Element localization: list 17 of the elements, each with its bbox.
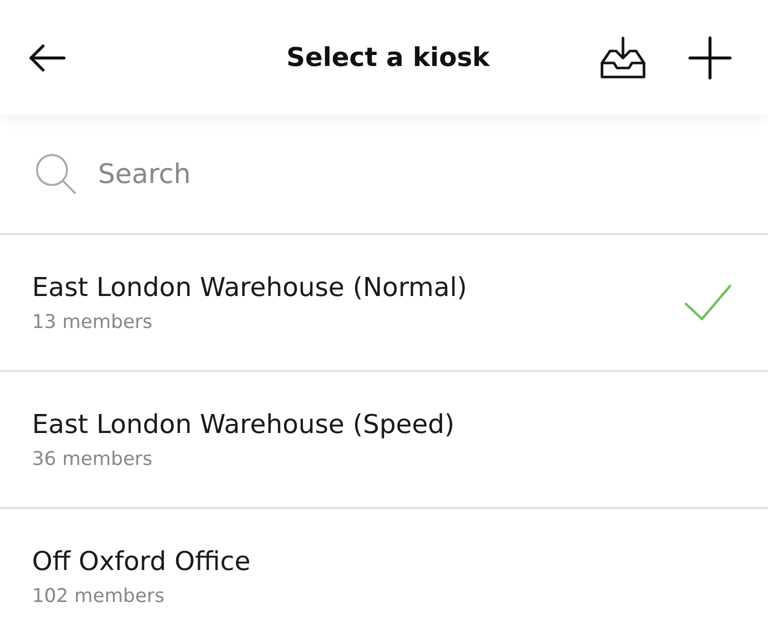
kiosk-name: East London Warehouse (Speed)	[32, 410, 454, 440]
member-count: 102 members	[32, 584, 166, 606]
kiosk-list-item[interactable]: East London Warehouse (Speed) 36 members	[0, 372, 768, 509]
kiosk-list-item[interactable]: Off Oxford Office 102 members	[0, 509, 768, 640]
kiosk-name: Off Oxford Office	[32, 546, 250, 576]
member-count: 13 members	[32, 310, 154, 332]
search-icon	[34, 152, 78, 196]
page-title: Select a kiosk	[286, 42, 490, 72]
kiosk-name: East London Warehouse (Normal)	[32, 272, 468, 302]
inbox-download-icon	[600, 34, 646, 80]
kiosk-list-item[interactable]: East London Warehouse (Normal) 13 members	[0, 235, 768, 372]
member-count: 36 members	[32, 448, 154, 470]
back-button[interactable]	[28, 42, 66, 72]
import-button[interactable]	[600, 34, 646, 80]
plus-icon	[688, 36, 732, 80]
back-arrow-icon	[28, 42, 66, 72]
add-button[interactable]	[688, 36, 732, 80]
